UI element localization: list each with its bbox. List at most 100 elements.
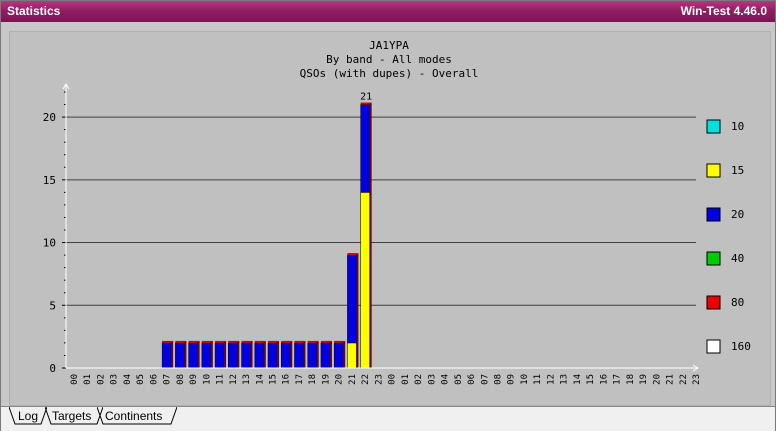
bar-side-edge	[237, 341, 240, 368]
bar-segment-20	[267, 342, 278, 369]
bar-segment-20	[228, 342, 238, 369]
bar-segment-20	[347, 254, 357, 344]
bar-segment-20	[360, 104, 370, 193]
x-tick-label: 11	[216, 374, 226, 385]
chart-panel: JA1YPA By band - All modes QSOs (with du…	[9, 31, 771, 406]
x-tick-label: 07	[163, 374, 173, 385]
x-tick-label: 06	[467, 374, 477, 385]
bar-segment-20	[161, 342, 172, 369]
x-tick-label: 03	[110, 374, 120, 385]
legend-swatch-80	[706, 295, 721, 310]
bar-side-edge	[290, 341, 293, 368]
x-tick-label: 17	[613, 374, 623, 385]
bar-segment-20	[280, 342, 291, 369]
x-tick-label: 14	[255, 374, 265, 385]
x-tick-label: 01	[401, 374, 411, 385]
x-tick-label: 05	[136, 374, 146, 385]
bar-segment-20	[175, 342, 185, 369]
legend-swatch-40	[706, 251, 721, 266]
tab-targets[interactable]: Targets	[45, 407, 105, 425]
x-tick-label: 12	[546, 374, 556, 385]
max-value-label: 21	[360, 92, 372, 103]
x-tick-label: 05	[454, 374, 464, 385]
x-tick-label: 23	[692, 374, 702, 385]
x-tick-label: 14	[573, 374, 583, 385]
tab-continents-label: Continents	[105, 409, 163, 423]
chart-subtitle-1: By band - All modes	[326, 53, 452, 66]
bar-side-edge	[277, 341, 280, 368]
bar-segment-20	[241, 342, 251, 369]
x-tick-label: 22	[679, 374, 689, 385]
x-tick-label: 16	[599, 374, 609, 385]
y-tick-label: 5	[49, 299, 56, 312]
x-tick-label: 21	[666, 374, 676, 385]
legend-swatch-10	[706, 119, 721, 134]
x-tick-label: 00	[388, 374, 398, 385]
x-tick-label: 18	[308, 374, 318, 385]
bar-segment-15	[360, 192, 370, 369]
x-tick-label: 03	[427, 374, 437, 385]
bar-side-edge	[369, 103, 372, 368]
y-tick-label: 20	[43, 111, 56, 124]
x-tick-label: 00	[70, 374, 80, 385]
x-tick-label: 22	[361, 374, 371, 385]
legend-label-15: 15	[731, 164, 744, 177]
x-tick-label: 13	[242, 374, 252, 385]
x-tick-label: 04	[123, 374, 133, 385]
x-tick-label: 20	[652, 374, 662, 385]
x-tick-label: 19	[321, 374, 331, 385]
bar-segment-20	[201, 342, 212, 369]
x-tick-label: 18	[626, 374, 636, 385]
statistics-window: Statistics Win-Test 4.46.0 JA1YPA By ban…	[0, 0, 776, 431]
x-tick-label: 10	[520, 374, 530, 385]
bar-side-edge	[184, 341, 187, 368]
bar-segment-15	[347, 342, 357, 369]
x-tick-label: 15	[586, 374, 596, 385]
bar-side-edge	[210, 341, 213, 368]
bar-segment-20	[307, 342, 317, 369]
tab-continents[interactable]: Continents	[97, 407, 177, 425]
window-title: Statistics	[7, 4, 61, 18]
bar-side-edge	[250, 341, 253, 368]
x-tick-label: 09	[189, 374, 199, 385]
legend-label-160: 160	[731, 340, 751, 353]
x-tick-label: 23	[374, 374, 384, 385]
bar-segment-20	[188, 342, 198, 369]
x-tick-label: 17	[295, 374, 305, 385]
x-tick-label: 11	[533, 374, 543, 385]
app-version: Win-Test 4.46.0	[680, 4, 767, 18]
x-tick-label: 02	[96, 374, 106, 385]
legend-label-10: 10	[731, 120, 744, 133]
x-tick-label: 07	[480, 374, 490, 385]
x-tick-label: 04	[441, 374, 451, 385]
chart-subtitle-2: QSOs (with dupes) - Overall	[300, 67, 479, 80]
title-bar[interactable]: Statistics Win-Test 4.46.0	[1, 1, 775, 22]
tab-log[interactable]: Log	[9, 407, 47, 425]
legend-swatch-15	[706, 163, 721, 178]
legend-swatch-20	[706, 207, 721, 222]
legend-label-80: 80	[731, 296, 744, 309]
x-tick-label: 08	[493, 374, 503, 385]
legend-label-20: 20	[731, 208, 744, 221]
bar-side-edge	[303, 341, 306, 368]
bar-side-edge	[343, 341, 346, 368]
y-tick-label: 15	[43, 174, 56, 187]
bar-segment-20	[214, 342, 225, 369]
x-tick-label: 21	[348, 374, 358, 385]
band-statistics-chart: JA1YPA By band - All modes QSOs (with du…	[43, 39, 751, 385]
x-tick-label: 10	[202, 374, 212, 385]
y-tick-label: 10	[43, 237, 56, 250]
bar-side-edge	[171, 341, 174, 368]
tab-log-label: Log	[18, 409, 39, 423]
bar-side-edge	[356, 254, 359, 368]
bar-segment-20	[254, 342, 265, 369]
bar-segment-20	[294, 342, 304, 369]
x-tick-label: 06	[149, 374, 159, 385]
x-tick-label: 20	[335, 374, 345, 385]
bar-side-edge	[316, 341, 319, 368]
bar-segment-20	[320, 342, 331, 369]
legend-label-40: 40	[731, 252, 744, 265]
bar-segment-20	[333, 342, 344, 369]
x-tick-label: 19	[639, 374, 649, 385]
bar-side-edge	[263, 341, 266, 368]
